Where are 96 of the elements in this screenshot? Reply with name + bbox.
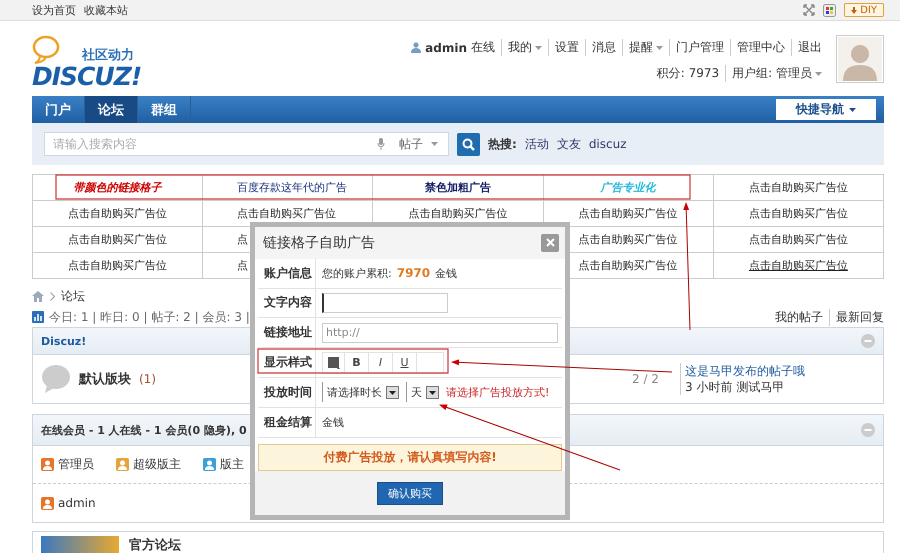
expand-arrows-icon[interactable]	[803, 4, 816, 16]
diy-button[interactable]: DIY	[844, 3, 884, 17]
ad-slot-link[interactable]: 点击自助购买广告位	[237, 206, 336, 221]
ad-slot-link[interactable]: 点击自助购买广告位	[748, 258, 848, 273]
top-link[interactable]: 设为首页	[32, 2, 76, 18]
download-arrow-icon	[851, 6, 858, 14]
ad-slot-link[interactable]: 点击自助购买广告位	[748, 180, 848, 195]
user-menu-link[interactable]: 门户管理	[669, 39, 730, 56]
ad-slot-link[interactable]: 点	[237, 258, 248, 273]
color-palette-icon[interactable]	[823, 4, 836, 16]
confirm-button[interactable]: 确认购买	[377, 482, 443, 505]
account-points: 7970	[396, 266, 430, 280]
breadcrumb-chevron-icon	[50, 292, 55, 300]
caret-icon	[849, 108, 856, 112]
ad-slot-link[interactable]: 点击自助购买广告位	[408, 206, 508, 221]
speech-bubble-icon	[41, 365, 71, 393]
forum-thread-stats: 2 / 2	[632, 372, 660, 386]
user-menu-link[interactable]: 设置	[548, 39, 585, 56]
user-menu-link[interactable]: 提醒	[622, 39, 669, 56]
warning-text: 请选择广告投放方式!	[446, 384, 550, 400]
notice-banner: 付费广告投放，请认真填写内容!	[258, 444, 562, 472]
logo-wordmark: DISCUZ!	[32, 64, 142, 88]
ad-slot-link[interactable]: 点击自助购买广告位	[68, 206, 168, 221]
ad-slot-link[interactable]: 点击自助购买广告位	[578, 232, 678, 247]
category-title[interactable]: Discuz!	[41, 334, 86, 348]
hot-search-link[interactable]: 活动	[524, 136, 549, 152]
user-menu-link[interactable]: 消息	[585, 39, 622, 56]
logo-tagline: 社区动力	[82, 46, 134, 64]
collapse-icon[interactable]	[861, 334, 875, 348]
text-input[interactable]	[322, 292, 448, 313]
ad-slot-link[interactable]: 点击自助购买广告位	[68, 232, 168, 247]
user-group-link[interactable]: 用户组: 管理员	[725, 65, 828, 82]
caret-icon	[656, 46, 663, 50]
quick-link[interactable]: 最新回复	[829, 308, 884, 326]
username-link[interactable]: admin	[425, 40, 467, 54]
member-group-label: 管理员	[58, 456, 94, 473]
ad-slot-link[interactable]: 点击自助购买广告位	[748, 232, 848, 247]
search-icon	[462, 138, 475, 150]
ad-slot-link[interactable]: 点击自助购买广告位	[578, 258, 678, 273]
payment-method: 金钱	[322, 414, 344, 430]
collapse-icon[interactable]	[861, 423, 875, 437]
ad-slot-link[interactable]: 带颜色的链接格子	[74, 180, 162, 195]
caret-icon	[431, 142, 438, 146]
field-label: 投放时间	[258, 378, 316, 407]
member-link[interactable]: admin	[58, 496, 96, 510]
credits-text: 积分: 7973	[656, 65, 720, 82]
search-button[interactable]	[457, 132, 480, 156]
hot-search-label: 热搜:	[488, 136, 517, 152]
online-status: 在线	[471, 39, 495, 56]
field-label: 文字内容	[258, 288, 316, 318]
bar-chart-icon	[32, 311, 44, 323]
nav-tab[interactable]: 论坛	[85, 96, 138, 123]
member-group-label: 超级版主	[133, 456, 181, 473]
last-post-link[interactable]: 这是马甲发布的帖子哦	[685, 363, 875, 379]
ad-slot-link[interactable]: 点击自助购买广告位	[68, 258, 168, 273]
dialog-title: 链接格子自助广告	[263, 234, 375, 252]
ad-slot-link[interactable]: 百度存款这年代的广告	[237, 180, 348, 195]
user-menu-link[interactable]: 我的	[501, 39, 548, 56]
account-info-label: 您的账户累积:	[322, 266, 392, 281]
online-members-title: 在线会员 - 1 人在线 - 1 会员(0 隐身), 0	[41, 422, 247, 438]
caret-icon	[815, 72, 822, 76]
user-menu-link[interactable]: 管理中心	[730, 39, 791, 56]
caret-icon	[535, 46, 542, 50]
close-button[interactable]	[541, 234, 559, 252]
field-label: 租金结算	[258, 408, 316, 437]
quick-link[interactable]: 我的帖子	[769, 308, 829, 326]
color-swatch-icon	[328, 356, 340, 369]
top-link[interactable]: 收藏本站	[84, 2, 128, 18]
ad-slot-link[interactable]: 点击自助购买广告位	[578, 206, 678, 221]
field-label: 链接地址	[258, 318, 316, 348]
select-dropdown[interactable]: 请选择时长	[322, 382, 401, 402]
ad-slot-link[interactable]: 禁色加粗广告	[424, 180, 491, 195]
field-label: 账户信息	[258, 258, 316, 288]
last-post-meta: 3 小时前 测试马甲	[685, 379, 786, 395]
forum-stats: 今日: 1 | 昨日: 0 | 帖子: 2 | 会员: 3 |	[49, 308, 250, 326]
search-field[interactable]: 请输入搜索内容 帖子	[44, 132, 449, 156]
forum-name-link[interactable]: 默认版块	[79, 370, 131, 388]
ad-slot-link[interactable]: 点	[237, 232, 248, 247]
search-scope-dropdown[interactable]: 帖子	[395, 136, 442, 152]
forum-today-count: (1)	[139, 372, 156, 386]
field-label: 显示样式	[258, 348, 316, 377]
currency-label: 金钱	[435, 266, 458, 281]
user-icon	[411, 42, 422, 53]
text-input[interactable]: http://	[322, 322, 558, 343]
close-icon	[546, 238, 554, 248]
user-menu-link[interactable]: 退出	[791, 39, 828, 56]
member-group-label: 版主	[220, 456, 244, 473]
breadcrumb-link[interactable]: 论坛	[61, 288, 85, 304]
quick-nav-button[interactable]: 快捷导航	[776, 99, 876, 120]
hot-search-link[interactable]: discuz	[588, 137, 627, 151]
select-dropdown[interactable]: 天	[406, 382, 441, 402]
hot-search-link[interactable]: 文友	[556, 136, 581, 152]
home-icon[interactable]	[32, 290, 44, 302]
partner-forum-link[interactable]: 官方论坛	[129, 536, 181, 553]
ad-slot-link[interactable]: 点击自助购买广告位	[748, 206, 848, 221]
microphone-icon	[377, 138, 385, 150]
